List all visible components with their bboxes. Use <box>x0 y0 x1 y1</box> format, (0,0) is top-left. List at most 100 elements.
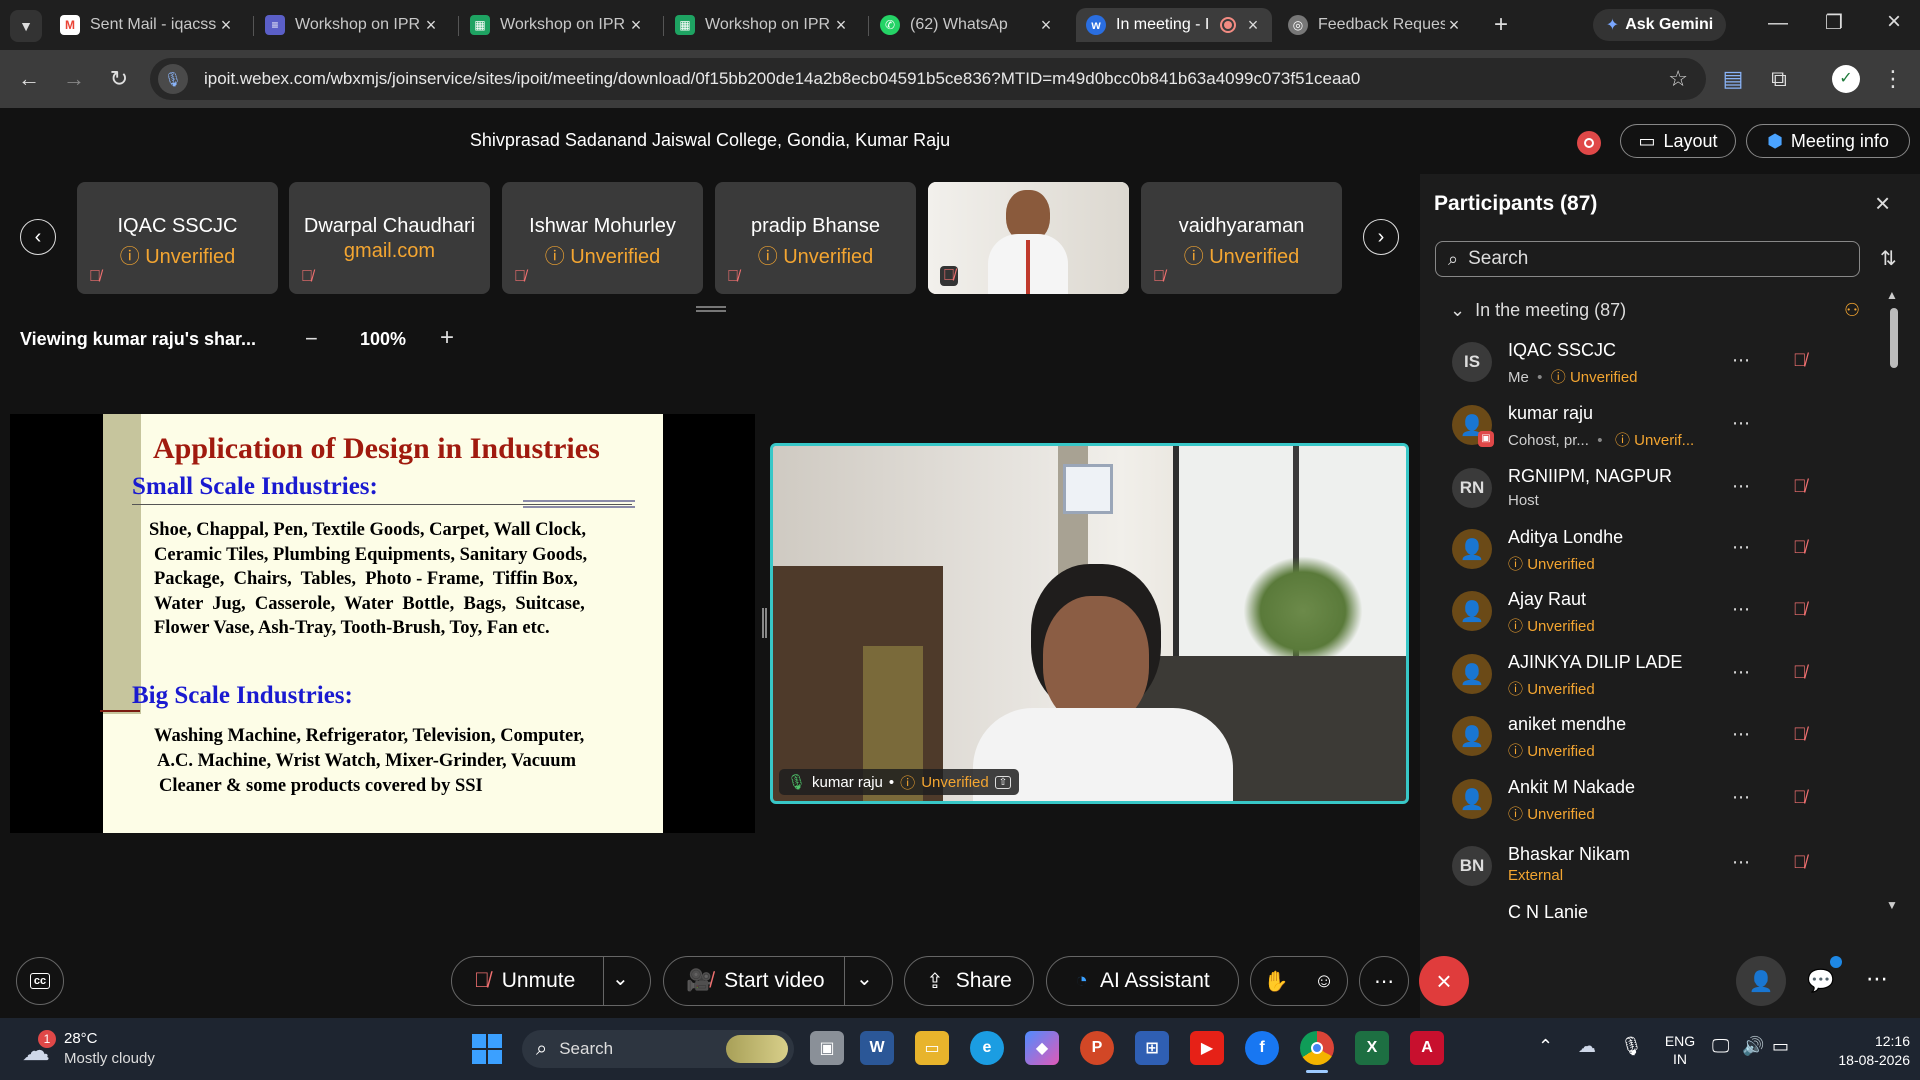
task-view-icon[interactable]: ▣ <box>810 1031 844 1065</box>
participants-toggle-button[interactable]: 👤 <box>1736 956 1786 1006</box>
participant-row[interactable]: BN Bhaskar Nikam External ⋯ 🎙̸ <box>1420 838 1900 898</box>
more-options-icon[interactable]: ⋯ <box>1732 662 1750 683</box>
taskbar-search[interactable]: ⌕ Search <box>522 1030 794 1068</box>
scroll-up-arrow[interactable]: ▲ <box>1886 288 1898 302</box>
clock[interactable]: 12:16 18-08-2026 <box>1810 1032 1910 1070</box>
battery-icon[interactable]: ▭ <box>1772 1036 1789 1057</box>
extensions-icon[interactable]: ⧉ <box>1766 67 1792 91</box>
sort-icon[interactable]: ⇅ <box>1880 246 1897 271</box>
file-explorer-icon[interactable]: ▭ <box>915 1031 949 1065</box>
close-icon[interactable]: × <box>832 15 850 36</box>
acrobat-icon[interactable]: A <box>1410 1031 1444 1065</box>
participant-row[interactable]: 👤 Aditya Londhe ⓘ Unverified ⋯ 🎙̸ <box>1420 525 1900 585</box>
participant-row[interactable]: 👤 Ajay Raut ⓘ Unverified ⋯ 🎙̸ <box>1420 587 1900 647</box>
in-meeting-group-header[interactable]: ⌄ In the meeting (87) <box>1450 300 1626 321</box>
participant-tile[interactable]: Dwarpal Chaudhari gmail.com 🎙̸ <box>289 182 490 294</box>
share-button[interactable]: ⇪ Share <box>904 956 1034 1006</box>
weather-widget[interactable]: ☁ 1 28°C Mostly cloudy <box>20 1030 200 1070</box>
ai-assistant-button[interactable]: ◔ AI Assistant <box>1046 956 1239 1006</box>
participant-tile[interactable]: vaidhyaraman ⓘ Unverified 🎙̸ <box>1141 182 1342 294</box>
raise-hand-button[interactable]: ✋ ☺ <box>1250 956 1348 1006</box>
participant-row[interactable]: 👤 aniket mendhe ⓘ Unverified ⋯ 🎙̸ <box>1420 712 1900 772</box>
participant-row[interactable]: 👤 Ankit M Nakade ⓘ Unverified ⋯ 🎙̸ <box>1420 775 1900 835</box>
zoom-in-button[interactable]: + <box>440 324 454 352</box>
facebook-icon[interactable]: f <box>1245 1031 1279 1065</box>
profile-avatar[interactable]: ✓ <box>1832 65 1860 93</box>
close-icon[interactable]: × <box>422 15 440 36</box>
back-icon[interactable]: ← <box>16 67 42 91</box>
participant-actions-icon[interactable]: ⚇ <box>1844 300 1860 321</box>
stage-resize-handle[interactable] <box>762 608 767 638</box>
browser-tab-forms[interactable]: ≡ Workshop on IPR × <box>255 8 450 42</box>
browser-tab-sheets-2[interactable]: ▦ Workshop on IPR × <box>665 8 860 42</box>
close-icon[interactable]: × <box>1037 15 1055 36</box>
audio-options-chevron[interactable]: ⌄ <box>612 966 629 991</box>
leave-meeting-button[interactable]: × <box>1419 956 1469 1006</box>
participant-row[interactable]: 👤 AJINKYA DILIP LADE ⓘ Unverified ⋯ 🎙̸ <box>1420 650 1900 710</box>
more-options-icon[interactable]: ⋯ <box>1732 350 1750 371</box>
browser-tab-feedback[interactable]: ◎ Feedback Reques × <box>1278 8 1473 42</box>
meeting-info-button[interactable]: ⬢ Meeting info <box>1746 124 1910 158</box>
powerpoint-icon[interactable]: P <box>1080 1031 1114 1065</box>
close-icon[interactable]: × <box>217 15 235 36</box>
reload-icon[interactable]: ↻ <box>106 67 132 91</box>
edge-icon[interactable]: e <box>970 1031 1004 1065</box>
ask-gemini-button[interactable]: ✦ Ask Gemini <box>1593 9 1726 41</box>
captions-button[interactable]: cc <box>16 957 64 1005</box>
active-speaker-video[interactable]: 🎙 kumar raju • ⓘ Unverified ⇧ <box>770 443 1409 804</box>
more-options-icon[interactable]: ⋯ <box>1732 852 1750 873</box>
minimize-window-button[interactable]: — <box>1764 12 1792 35</box>
close-icon[interactable]: × <box>1244 15 1262 36</box>
filmstrip-prev-button[interactable]: ‹ <box>20 219 56 255</box>
close-icon[interactable]: × <box>627 15 645 36</box>
tab-search-dropdown[interactable]: ▼ <box>10 10 42 42</box>
copilot-icon[interactable]: ◆ <box>1025 1031 1059 1065</box>
more-options-icon[interactable]: ⋯ <box>1732 413 1750 434</box>
more-options-icon[interactable]: ⋯ <box>1732 724 1750 745</box>
filmstrip-next-button[interactable]: › <box>1363 219 1399 255</box>
reactions-icon[interactable]: ☺ <box>1314 970 1334 993</box>
reading-mode-icon[interactable]: ▤ <box>1720 67 1746 91</box>
participant-tile[interactable]: pradip Bhanse ⓘ Unverified 🎙̸ <box>715 182 916 294</box>
language-indicator[interactable]: ENG IN <box>1660 1032 1700 1068</box>
restore-window-button[interactable]: ❐ <box>1820 10 1848 35</box>
layout-button[interactable]: ▭ Layout <box>1620 124 1736 158</box>
onedrive-icon[interactable]: ☁ <box>1578 1036 1596 1057</box>
browser-tab-sheets-1[interactable]: ▦ Workshop on IPR × <box>460 8 655 42</box>
chrome-icon[interactable] <box>1300 1031 1334 1065</box>
close-icon[interactable]: × <box>1445 15 1463 36</box>
forward-icon[interactable]: → <box>61 67 87 91</box>
network-icon[interactable]: 🖵 <box>1712 1036 1729 1057</box>
video-options-chevron[interactable]: ⌄ <box>856 966 873 991</box>
site-permissions-icon[interactable]: 🎙 <box>158 64 188 94</box>
browser-tab-gmail[interactable]: M Sent Mail - iqacss × <box>50 8 245 42</box>
zoom-out-button[interactable]: − <box>305 326 318 352</box>
close-window-button[interactable]: × <box>1880 8 1908 36</box>
show-hidden-icons[interactable]: ⌃ <box>1538 1036 1553 1057</box>
browser-tab-whatsapp[interactable]: ✆ (62) WhatsAp × <box>870 8 1065 42</box>
microphone-icon[interactable]: 🎙 <box>1620 1036 1643 1057</box>
participant-video-tile[interactable]: 🎙̸ <box>928 182 1129 294</box>
more-panels-button[interactable]: ⋯ <box>1866 966 1888 992</box>
raise-hand-icon[interactable]: ✋ <box>1264 969 1289 994</box>
more-options-icon[interactable]: ⋯ <box>1732 476 1750 497</box>
participant-tile[interactable]: Ishwar Mohurley ⓘ Unverified 🎙̸ <box>502 182 703 294</box>
address-bar[interactable]: 🎙 ipoit.webex.com/wbxmjs/joinservice/sit… <box>150 58 1706 100</box>
participant-search-input[interactable]: ⌕ Search <box>1435 241 1860 277</box>
browser-menu-icon[interactable]: ⋮ <box>1880 67 1906 91</box>
more-options-icon[interactable]: ⋯ <box>1732 599 1750 620</box>
new-tab-button[interactable]: + <box>1486 10 1516 40</box>
youtube-icon[interactable]: ▶ <box>1190 1031 1224 1065</box>
start-button[interactable] <box>472 1034 502 1064</box>
bookmark-star-icon[interactable]: ☆ <box>1668 66 1688 92</box>
more-options-icon[interactable]: ⋯ <box>1732 787 1750 808</box>
participant-row[interactable]: 👤 ▣ kumar raju Cohost, pr... • ⓘ Unverif… <box>1420 401 1900 461</box>
participant-row[interactable]: RN RGNIIPM, NAGPUR Host ⋯ 🎙̸ <box>1420 464 1900 524</box>
browser-tab-webex[interactable]: w In meeting - I × <box>1076 8 1272 42</box>
participant-tile[interactable]: IQAC SSCJC ⓘ Unverified 🎙̸ <box>77 182 278 294</box>
participant-row[interactable]: IS IQAC SSCJC Me • ⓘ Unverified ⋯ 🎙̸ <box>1420 338 1900 398</box>
close-panel-button[interactable]: × <box>1875 188 1890 219</box>
excel-icon[interactable]: X <box>1355 1031 1389 1065</box>
microsoft-store-icon[interactable]: ⊞ <box>1135 1031 1169 1065</box>
participant-row[interactable]: C N Lanje <box>1420 896 1900 918</box>
